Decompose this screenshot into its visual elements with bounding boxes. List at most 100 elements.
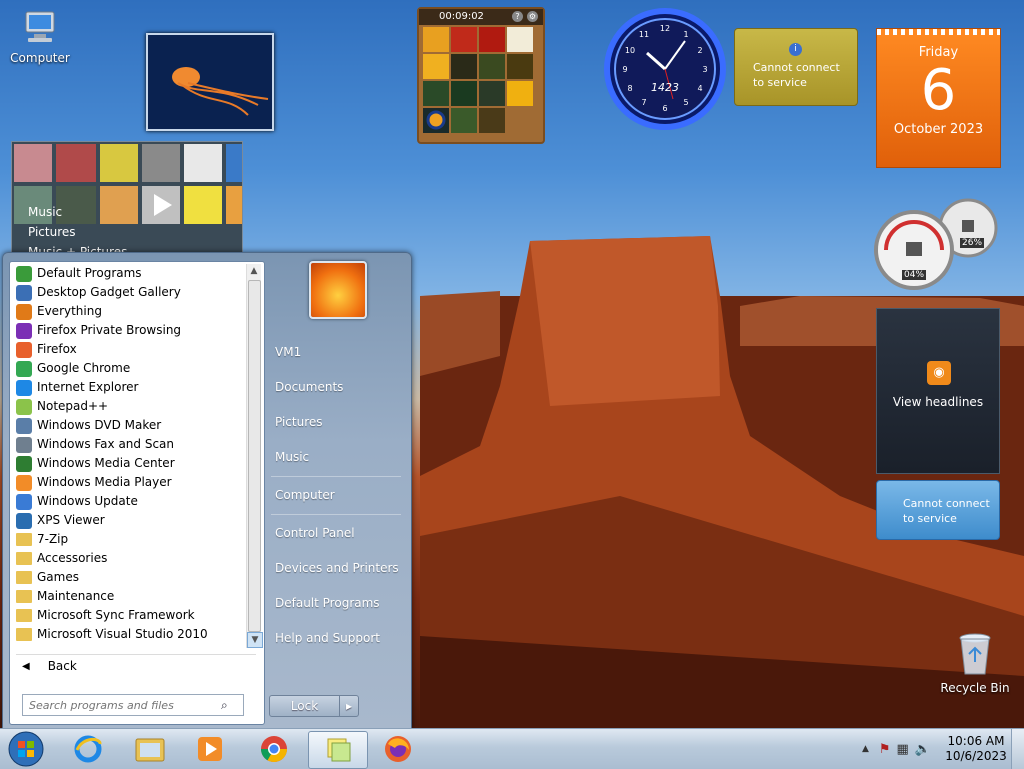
show-desktop-button[interactable] <box>1011 729 1024 769</box>
settings-icon[interactable]: ⚙ <box>527 11 538 22</box>
program-label: Notepad++ <box>37 399 109 413</box>
volume-icon[interactable]: 🔈 <box>915 742 931 757</box>
back-button[interactable]: ◀ Back <box>16 654 256 677</box>
dvd-maker-icon <box>16 417 32 434</box>
program-label: Windows DVD Maker <box>37 418 162 432</box>
firefox-icon <box>16 341 32 358</box>
search-input[interactable] <box>23 697 221 713</box>
recycle-bin-desktop-icon[interactable]: Recycle Bin <box>940 630 1010 695</box>
program-label: Firefox <box>37 342 77 356</box>
fax-scan-icon <box>16 436 32 453</box>
control-panel-link[interactable]: Control Panel <box>275 526 355 540</box>
program-item[interactable]: Windows Update <box>12 492 246 511</box>
ie-icon <box>16 379 32 396</box>
program-item[interactable]: Desktop Gadget Gallery <box>12 283 246 302</box>
scroll-down-icon[interactable]: ▼ <box>247 632 263 648</box>
currency-gadget[interactable]: Cannot connect to service <box>876 480 1000 540</box>
clock-time: 10:06 AM <box>947 734 1005 748</box>
media-center-icon <box>16 455 32 472</box>
user-picture[interactable] <box>309 261 367 319</box>
computer-link[interactable]: Computer <box>275 488 335 502</box>
program-item[interactable]: Microsoft Sync Framework <box>12 606 246 625</box>
clock-date: 10/6/2023 <box>945 749 1007 763</box>
computer-icon <box>25 11 55 42</box>
media-item-music[interactable]: Music <box>28 205 62 219</box>
devices-printers-link[interactable]: Devices and Printers <box>275 561 399 575</box>
help-icon[interactable]: ? <box>512 11 523 22</box>
weather-gadget[interactable]: i Cannot connect to service <box>734 28 858 106</box>
program-item[interactable]: Windows Media Center <box>12 454 246 473</box>
firefox-private-icon <box>16 322 32 339</box>
default-programs-link[interactable]: Default Programs <box>275 596 380 610</box>
program-item[interactable]: Maintenance <box>12 587 246 606</box>
program-item[interactable]: Firefox Private Browsing <box>12 321 246 340</box>
svg-text:6: 6 <box>662 104 667 113</box>
analog-clock: 12123 4567 891011 <box>604 8 726 130</box>
programs-scrollbar[interactable]: ▲ ▼ <box>246 264 263 648</box>
lock-button[interactable]: Lock ▸ <box>269 695 359 717</box>
start-menu: Default Programs Desktop Gadget Gallery Ev… <box>2 252 412 730</box>
system-tray: ▲ ⚑ ▦ 🔈 10:06 AM 10/6/2023 <box>862 729 1024 769</box>
rss-icon: ◉ <box>927 361 951 385</box>
back-arrow-icon: ◀ <box>22 660 30 672</box>
jellyfish-image <box>148 35 272 129</box>
search-icon[interactable]: ⌕ <box>221 698 228 713</box>
program-item[interactable]: Notepad++ <box>12 397 246 416</box>
computer-desktop-icon[interactable]: Computer <box>8 8 72 65</box>
action-center-icon[interactable]: ⚑ <box>879 742 891 757</box>
puzzle-gadget[interactable]: 00:09:02 ? ⚙ <box>417 7 545 144</box>
taskbar-firefox[interactable] <box>370 731 426 767</box>
help-support-link[interactable]: Help and Support <box>275 631 380 645</box>
program-item[interactable]: XPS Viewer <box>12 511 246 530</box>
program-item[interactable]: Games <box>12 568 246 587</box>
feed-gadget[interactable]: ◉ View headlines <box>876 308 1000 474</box>
taskbar-explorer[interactable] <box>122 731 178 767</box>
chrome-icon <box>260 736 288 763</box>
lock-label: Lock <box>290 699 319 713</box>
default-programs-icon <box>16 265 32 282</box>
show-hidden-icons-icon[interactable]: ▲ <box>862 744 869 754</box>
program-item[interactable]: Windows DVD Maker <box>12 416 246 435</box>
folder-icon <box>16 552 32 565</box>
calendar-gadget[interactable]: Friday 6 October 2023 <box>876 28 1001 168</box>
scroll-up-icon[interactable]: ▲ <box>247 264 261 278</box>
program-item[interactable]: Internet Explorer <box>12 378 246 397</box>
program-item[interactable]: Everything <box>12 302 246 321</box>
taskbar-clock[interactable]: 10:06 AM 10/6/2023 <box>941 734 1011 764</box>
program-item[interactable]: Firefox <box>12 340 246 359</box>
clock-gadget[interactable]: 12 1 2 3 4567 8 9 10 11 1423 <box>603 7 727 131</box>
slideshow-gadget[interactable] <box>146 33 274 131</box>
program-item[interactable]: Default Programs <box>12 264 246 283</box>
taskbar-internet-explorer[interactable] <box>60 731 116 767</box>
program-item[interactable]: Accessories <box>12 549 246 568</box>
folder-icon <box>16 628 32 641</box>
program-item[interactable]: Microsoft Visual Studio 2010 <box>12 625 246 644</box>
taskbar-chrome[interactable] <box>246 731 302 767</box>
shutdown-options-arrow-icon[interactable]: ▸ <box>339 696 358 716</box>
pictures-link[interactable]: Pictures <box>275 415 323 429</box>
search-box[interactable]: ⌕ <box>22 694 244 716</box>
view-headlines-link[interactable]: View headlines <box>877 395 999 409</box>
media-gadget[interactable]: Music Pictures Music + Pictures <box>11 141 243 255</box>
media-item-pictures[interactable]: Pictures <box>28 225 76 239</box>
user-folder-link[interactable]: VM1 <box>275 345 301 359</box>
program-item[interactable]: 7-Zip <box>12 530 246 549</box>
info-icon: i <box>789 43 802 56</box>
network-icon[interactable]: ▦ <box>897 742 909 757</box>
cpu-meter-gadget[interactable]: 04% 26% <box>874 196 1002 292</box>
taskbar-sticky-notes[interactable] <box>308 731 368 769</box>
program-label: Windows Media Center <box>37 456 175 470</box>
program-item[interactable]: Windows Fax and Scan <box>12 435 246 454</box>
start-button[interactable] <box>0 731 52 767</box>
media-player-icon <box>16 474 32 491</box>
taskbar-media-player[interactable] <box>182 731 238 767</box>
music-link[interactable]: Music <box>275 450 309 464</box>
media-player-icon <box>198 737 222 761</box>
svg-text:11: 11 <box>639 30 649 39</box>
puzzle-timer: 00:09:02 <box>439 11 484 22</box>
program-item[interactable]: Windows Media Player <box>12 473 246 492</box>
documents-link[interactable]: Documents <box>275 380 343 394</box>
scrollbar-thumb[interactable] <box>248 280 261 632</box>
program-item[interactable]: Google Chrome <box>12 359 246 378</box>
folder-icon <box>135 738 165 762</box>
